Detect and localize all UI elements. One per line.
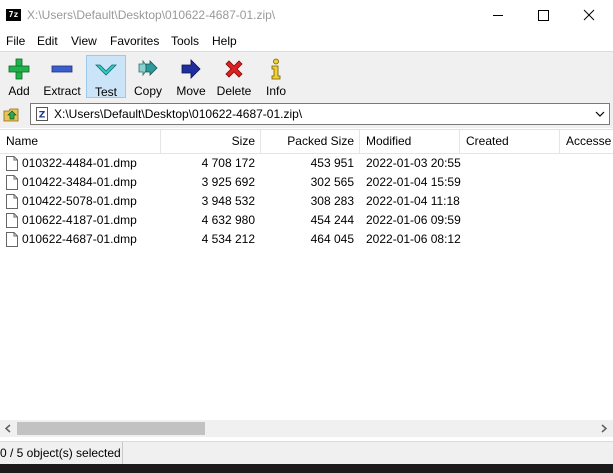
scroll-left-icon[interactable]	[3, 423, 14, 434]
table-row[interactable]: 010322-4484-01.dmp 4 708 172 453 951 202…	[0, 154, 613, 173]
copy-button[interactable]: Copy	[130, 55, 166, 98]
table-row[interactable]: 010622-4187-01.dmp 4 632 980 454 244 202…	[0, 211, 613, 230]
close-button[interactable]	[567, 0, 613, 31]
address-path[interactable]: X:\Users\Default\Desktop\010622-4687-01.…	[54, 107, 302, 121]
close-icon	[583, 9, 595, 21]
file-icon	[6, 213, 18, 228]
file-size: 3 925 692	[201, 175, 255, 189]
extract-button[interactable]: Extract	[40, 55, 84, 98]
zip-archive-icon: Z	[36, 107, 48, 121]
toolbar: Add Extract Test Copy Move Delete Info	[0, 51, 613, 100]
column-header-size[interactable]: Size	[161, 130, 255, 153]
window-title: X:\Users\Default\Desktop\010622-4687-01.…	[27, 8, 276, 22]
file-icon	[6, 175, 18, 190]
title-bar[interactable]: 7z X:\Users\Default\Desktop\010622-4687-…	[0, 0, 613, 31]
folder-up-icon[interactable]	[3, 105, 21, 123]
menu-tools[interactable]: Tools	[171, 34, 199, 48]
table-row[interactable]: 010422-5078-01.dmp 3 948 532 308 283 202…	[0, 192, 613, 211]
info-label: Info	[265, 84, 286, 98]
minimize-button[interactable]	[475, 0, 521, 31]
file-size: 4 708 172	[201, 156, 255, 170]
table-row[interactable]: 010622-4687-01.dmp 4 534 212 464 045 202…	[0, 230, 613, 249]
test-icon	[95, 64, 117, 76]
file-packed-size: 308 283	[310, 194, 354, 208]
status-bar: 0 / 5 object(s) selected	[0, 441, 613, 464]
status-separator	[122, 442, 123, 464]
delete-label: Delete	[216, 84, 252, 98]
file-packed-size: 454 244	[310, 213, 354, 227]
move-icon	[181, 59, 201, 79]
table-row[interactable]: 010422-3484-01.dmp 3 925 692 302 565 202…	[0, 173, 613, 192]
column-separator[interactable]	[559, 130, 560, 153]
file-name: 010422-5078-01.dmp	[22, 194, 137, 208]
copy-icon	[138, 59, 158, 77]
column-header-accessed[interactable]: Accesse	[566, 130, 613, 153]
extract-icon	[51, 65, 73, 73]
add-icon	[8, 58, 30, 80]
column-header-row: Name Size Packed Size Modified Created A…	[0, 130, 613, 154]
info-button[interactable]: Info	[260, 55, 292, 98]
delete-button[interactable]: Delete	[214, 55, 254, 98]
file-name: 010322-4484-01.dmp	[22, 156, 137, 170]
file-modified: 2022-01-03 20:55	[366, 156, 461, 170]
app-window: 7z X:\Users\Default\Desktop\010622-4687-…	[0, 0, 613, 464]
menu-bar: File Edit View Favorites Tools Help	[0, 31, 613, 51]
file-packed-size: 453 951	[310, 156, 354, 170]
selection-status: 0 / 5 object(s) selected	[0, 446, 121, 460]
test-label: Test	[94, 85, 117, 99]
copy-label: Copy	[133, 84, 162, 98]
file-size: 4 632 980	[201, 213, 255, 227]
test-button[interactable]: Test	[86, 55, 126, 99]
file-name: 010622-4687-01.dmp	[22, 232, 137, 246]
delete-icon	[225, 60, 243, 78]
file-modified: 2022-01-06 08:12	[366, 232, 461, 246]
file-size: 3 948 532	[201, 194, 255, 208]
column-separator[interactable]	[359, 130, 360, 153]
maximize-button[interactable]	[521, 0, 567, 31]
app-logo-icon: 7z	[6, 9, 21, 21]
menu-help[interactable]: Help	[212, 34, 237, 48]
file-icon	[6, 194, 18, 209]
column-header-created[interactable]: Created	[466, 130, 556, 153]
move-label: Move	[176, 84, 206, 98]
address-bar: Z X:\Users\Default\Desktop\010622-4687-0…	[0, 100, 613, 128]
column-header-packed-size[interactable]: Packed Size	[261, 130, 354, 153]
file-modified: 2022-01-04 11:18	[366, 194, 460, 208]
minimize-icon	[493, 15, 503, 16]
horizontal-scrollbar[interactable]	[0, 420, 613, 437]
file-modified: 2022-01-06 09:59	[366, 213, 461, 227]
column-header-name[interactable]: Name	[6, 130, 156, 153]
file-list[interactable]: Name Size Packed Size Modified Created A…	[0, 129, 613, 423]
add-label: Add	[8, 84, 30, 98]
file-packed-size: 302 565	[310, 175, 354, 189]
scrollbar-thumb[interactable]	[17, 422, 205, 435]
move-button[interactable]: Move	[172, 55, 210, 98]
scroll-right-icon[interactable]	[598, 423, 609, 434]
chevron-down-icon[interactable]	[595, 109, 605, 119]
column-header-modified[interactable]: Modified	[366, 130, 456, 153]
maximize-icon	[538, 10, 549, 21]
file-name: 010422-3484-01.dmp	[22, 175, 137, 189]
add-button[interactable]: Add	[1, 55, 37, 98]
file-name: 010622-4187-01.dmp	[22, 213, 137, 227]
file-size: 4 534 212	[201, 232, 255, 246]
svg-text:Z: Z	[39, 111, 46, 121]
menu-favorites[interactable]: Favorites	[110, 34, 159, 48]
file-icon	[6, 232, 18, 247]
info-icon	[271, 58, 281, 80]
menu-view[interactable]: View	[71, 34, 97, 48]
address-combobox[interactable]: Z X:\Users\Default\Desktop\010622-4687-0…	[30, 103, 610, 125]
extract-label: Extract	[43, 84, 81, 98]
file-packed-size: 464 045	[310, 232, 354, 246]
menu-edit[interactable]: Edit	[37, 34, 58, 48]
column-separator[interactable]	[459, 130, 460, 153]
menu-file[interactable]: File	[6, 34, 25, 48]
file-modified: 2022-01-04 15:59	[366, 175, 461, 189]
file-icon	[6, 156, 18, 171]
